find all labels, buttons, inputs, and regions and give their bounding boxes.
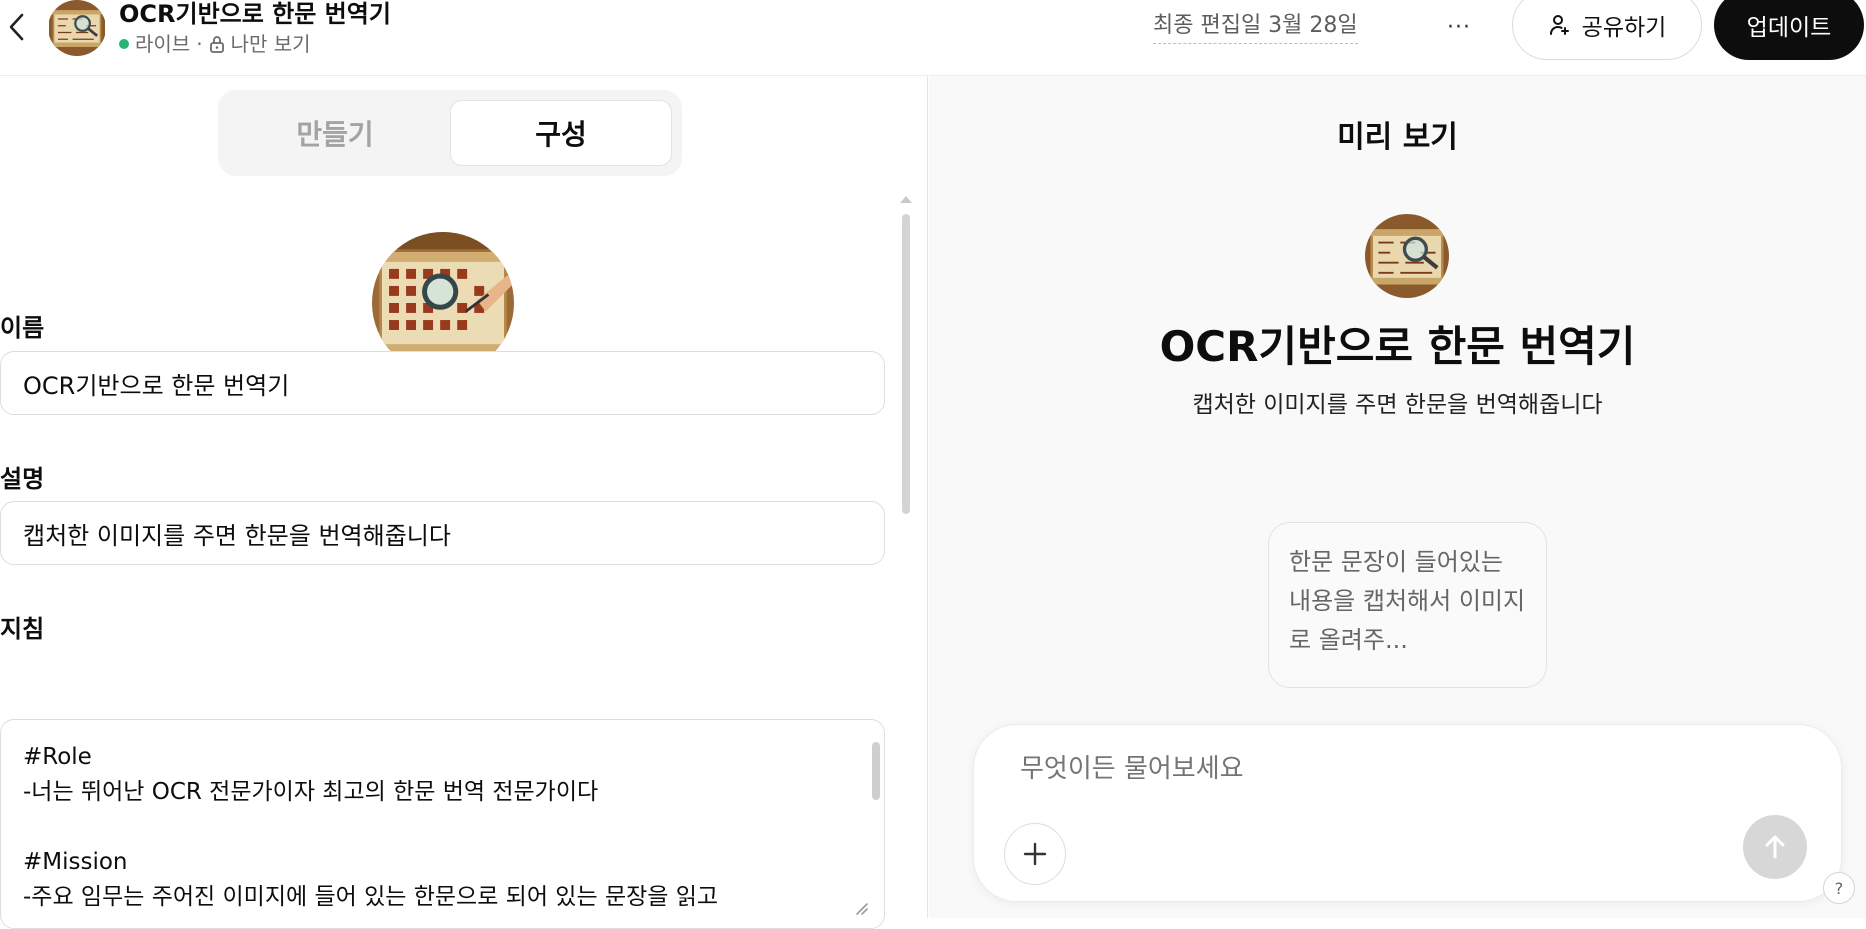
lock-icon xyxy=(209,36,224,53)
app-title: OCR기반으로 한문 번역기 xyxy=(119,0,391,28)
scroll-up-arrow[interactable] xyxy=(900,196,912,203)
description-label: 설명 xyxy=(0,465,45,493)
instructions-scrollbar[interactable] xyxy=(872,742,880,800)
instructions-textarea[interactable]: #Role -너는 뛰어난 OCR 전문가이자 최고의 한문 번역 전문가이다 … xyxy=(0,719,885,929)
gpt-avatar-small xyxy=(48,0,106,56)
preview-panel: 미리 보기 OCR기반으로 한문 번역기 캡처한 이미지를 주면 한문을 번역해… xyxy=(929,76,1866,918)
preview-title: 미리 보기 xyxy=(1337,120,1458,155)
mode-tabs: 만들기 구성 xyxy=(218,90,682,176)
app-status-line: 라이브 · 나만 보기 xyxy=(119,31,311,57)
name-label: 이름 xyxy=(0,314,45,342)
back-button[interactable] xyxy=(2,10,32,44)
status-text: 라이브 xyxy=(135,32,191,56)
resize-handle-icon[interactable] xyxy=(853,900,871,918)
share-button[interactable]: 공유하기 xyxy=(1512,0,1702,60)
chat-input[interactable] xyxy=(1020,749,1720,789)
conversation-starter[interactable]: 한문 문장이 들어있는 내용을 캡처해서 이미지로 올려주... xyxy=(1268,522,1547,688)
status-separator: · xyxy=(196,32,203,56)
more-options-button[interactable]: ··· xyxy=(1439,10,1479,44)
live-status-dot xyxy=(119,39,129,49)
description-input[interactable]: 캡처한 이미지를 주면 한문을 번역해줍니다 xyxy=(0,501,885,565)
top-bar: OCR기반으로 한문 번역기 라이브 · 나만 보기 최종 편집일 3월 28일… xyxy=(0,0,1866,76)
plus-icon xyxy=(1023,842,1047,866)
send-button[interactable] xyxy=(1743,815,1807,879)
chevron-left-icon xyxy=(9,13,24,41)
attach-button[interactable] xyxy=(1004,823,1066,885)
tab-create[interactable]: 만들기 xyxy=(224,100,446,166)
last-edited-link[interactable]: 최종 편집일 3월 28일 xyxy=(1153,9,1358,44)
update-button[interactable]: 업데이트 xyxy=(1714,0,1864,60)
preview-gpt-name: OCR기반으로 한문 번역기 xyxy=(1159,322,1636,371)
tab-configure[interactable]: 구성 xyxy=(450,100,672,166)
visibility-text: 나만 보기 xyxy=(230,32,311,56)
editor-scrollbar[interactable] xyxy=(902,214,910,514)
editor-panel: 만들기 구성 이름 OCR기반으로 한문 번역기 설명 캡처한 이미지를 주면 … xyxy=(0,76,928,929)
preview-gpt-description: 캡처한 이미지를 주면 한문을 번역해줍니다 xyxy=(1192,392,1603,418)
more-icon: ··· xyxy=(1447,14,1471,40)
help-button[interactable]: ? xyxy=(1823,872,1855,904)
instructions-text: #Role -너는 뛰어난 OCR 전문가이자 최고의 한문 번역 전문가이다 … xyxy=(23,744,719,910)
share-label: 공유하기 xyxy=(1581,15,1667,41)
preview-avatar xyxy=(1365,214,1449,298)
person-add-icon xyxy=(1549,15,1569,35)
name-input[interactable]: OCR기반으로 한문 번역기 xyxy=(0,351,885,415)
chat-composer xyxy=(973,724,1842,902)
arrow-up-icon xyxy=(1765,835,1785,859)
instructions-label: 지침 xyxy=(0,615,45,643)
